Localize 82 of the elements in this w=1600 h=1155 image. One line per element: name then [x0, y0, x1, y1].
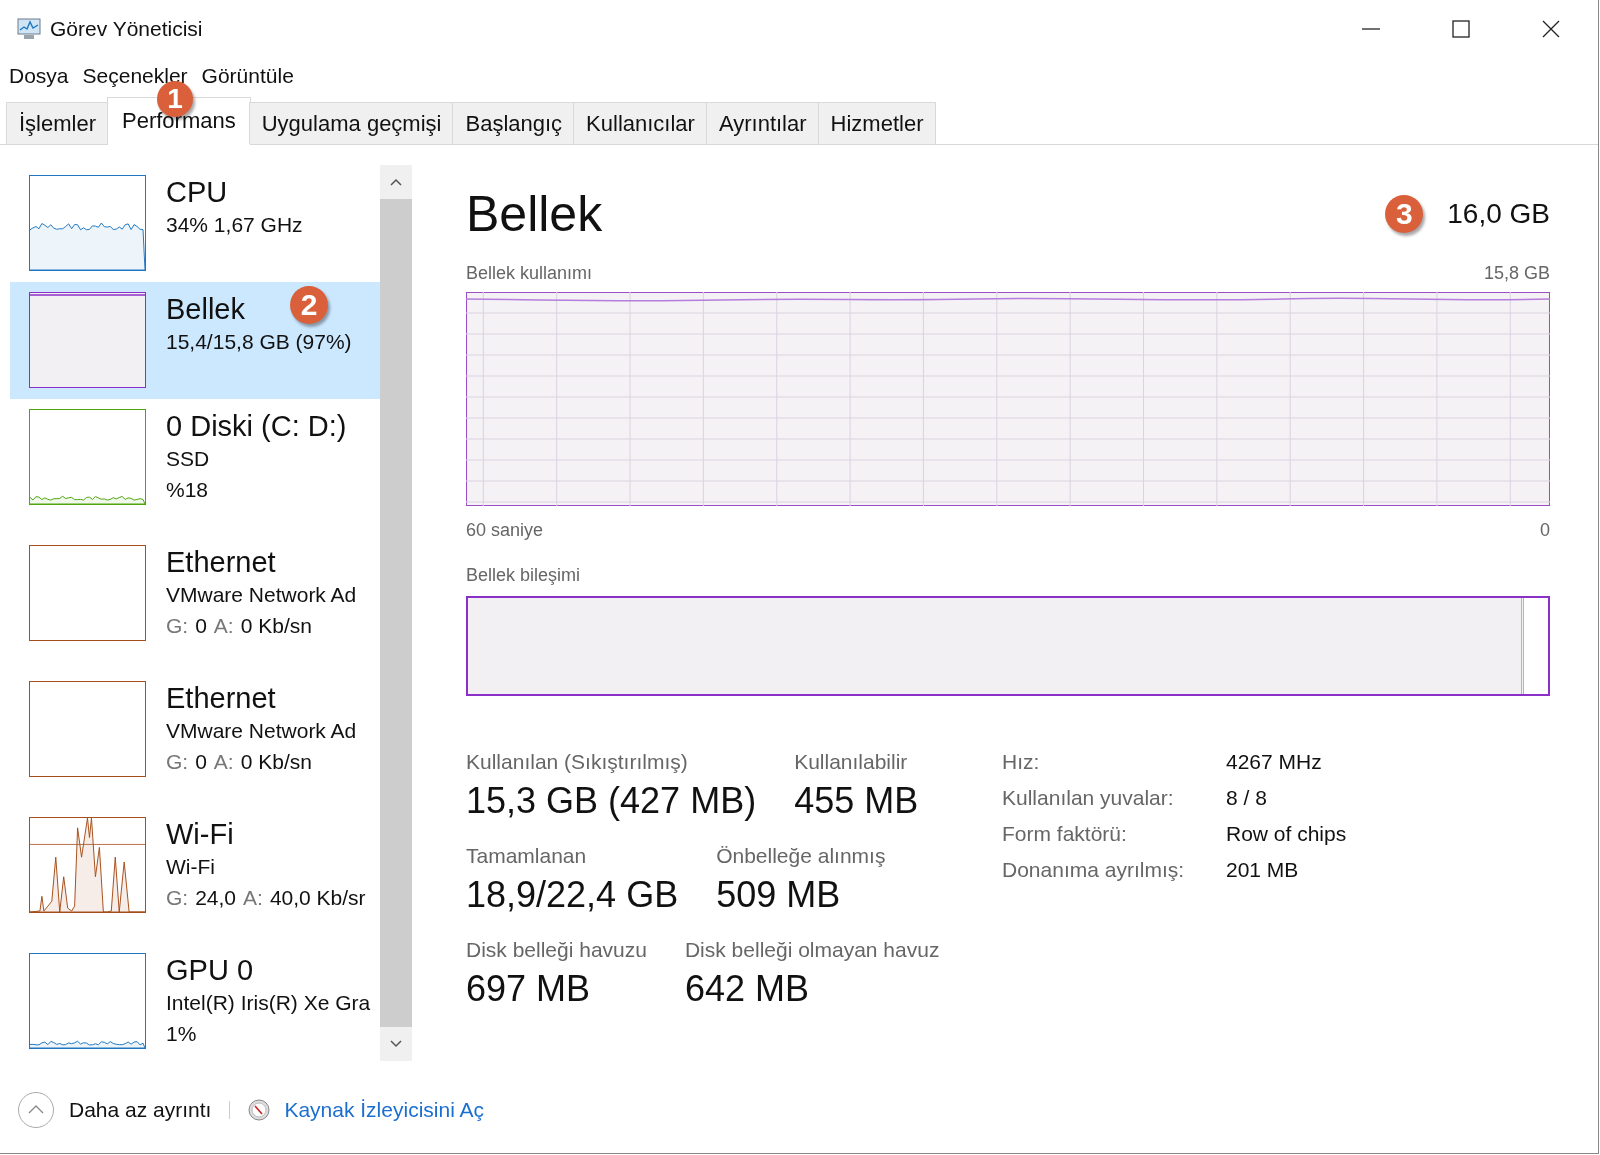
resource-item[interactable]: Wi-Fi Wi-Fi G: 24,0 A: 40,0 Kb/sr: [10, 807, 380, 943]
callout-badge: 3: [1385, 195, 1424, 233]
resource-item[interactable]: Ethernet VMware Network Ad G: 0 A: 0 Kb/sn: [10, 535, 380, 671]
resource-name: GPU 0: [166, 953, 254, 987]
rate-value: 0: [195, 749, 207, 775]
rate-label: A:: [213, 613, 234, 639]
window-title: Görev Yöneticisi: [50, 17, 203, 41]
spec-value: 4267 MHz: [1226, 750, 1323, 774]
stat-label: Kullanılabilir: [794, 750, 909, 774]
resource-detail: VMware Network Ad: [166, 582, 357, 608]
maximize-icon[interactable]: [1450, 18, 1472, 40]
spec-value: Row of chips: [1226, 822, 1347, 846]
tab[interactable]: Ayrıntılar: [705, 102, 820, 144]
stat-value: 15,3 GB (427 MB): [466, 780, 757, 822]
stat-label: Kullanılan (Sıkıştırılmış): [466, 750, 689, 774]
resource-detail: Intel(R) Iris(R) Xe Gra: [166, 990, 371, 1016]
rate-value: 0 Kb/sn: [240, 613, 312, 639]
rate-label: A:: [213, 749, 234, 775]
resource-detail: Wi-Fi: [166, 854, 215, 880]
resource-detail: 15,4/15,8 GB (97%): [166, 329, 352, 355]
axis-label: 60 saniye: [466, 520, 544, 541]
monitor-graph-icon: [16, 17, 42, 41]
scroll-down-icon[interactable]: [389, 1039, 403, 1049]
rate-value: 40,0 Kb/sr: [269, 885, 366, 911]
spec-value: 8 / 8: [1226, 786, 1268, 810]
stat-label: Disk belleği havuzu: [466, 938, 647, 962]
spec-value: 201 MB: [1226, 858, 1300, 882]
graph-label: Bellek kullanımı: [466, 263, 593, 284]
resource-name: 0 Diski (C: D:): [166, 409, 347, 443]
resource-item[interactable]: 0 Diski (C: D:) SSD %18: [10, 399, 380, 535]
stat-value: 642 MB: [684, 968, 810, 1010]
stat-label: Önbelleğe alınmış: [716, 844, 886, 868]
fewer-details-button[interactable]: Daha az ayrıntı: [17, 1091, 212, 1129]
rate-label: G:: [166, 885, 189, 911]
tab[interactable]: Başlangıç: [452, 102, 576, 144]
stat-value: 455 MB: [794, 780, 919, 822]
spec-label: Form faktörü:: [1002, 822, 1128, 846]
scroll-up-icon[interactable]: [389, 177, 403, 187]
resource-name: Bellek: [166, 292, 245, 326]
resource-item[interactable]: CPU 34% 1,67 GHz: [10, 165, 380, 282]
tab[interactable]: Hizmetler: [817, 102, 937, 144]
rate-value: 0: [195, 613, 207, 639]
rate-value: 0 Kb/sn: [240, 749, 312, 775]
graph-max: 15,8 GB: [1483, 263, 1550, 284]
resource-detail: %18: [166, 477, 209, 503]
resource-item[interactable]: Ethernet VMware Network Ad G: 0 A: 0 Kb/sn: [10, 671, 380, 807]
axis-label: 0: [1540, 520, 1550, 541]
tab[interactable]: İşlemler: [6, 102, 109, 144]
resource-detail: VMware Network Ad: [166, 718, 357, 744]
close-icon[interactable]: [1540, 18, 1562, 40]
graph-label: Bellek bileşimi: [466, 565, 582, 586]
spec-label: Kullanılan yuvalar:: [1002, 786, 1175, 810]
stat-label: Disk belleği olmayan havuz: [684, 938, 940, 962]
resource-item[interactable]: GPU 0 Intel(R) Iris(R) Xe Gra 1%: [10, 943, 380, 1061]
rate-label: G:: [166, 613, 189, 639]
rate-label: G:: [166, 749, 189, 775]
total-memory: 16,0 GB: [1447, 198, 1550, 230]
stat-value: 697 MB: [466, 968, 592, 1010]
tab[interactable]: Uygulama geçmişi: [248, 102, 455, 144]
resource-detail: 34% 1,67 GHz: [166, 212, 303, 238]
chevron-up-icon: [17, 1091, 55, 1129]
spec-label: Donanıma ayrılmış:: [1002, 858, 1186, 882]
menu-item[interactable]: Dosya: [9, 64, 69, 88]
resource-detail: SSD: [166, 446, 210, 472]
stat-label: Tamamlanan: [466, 844, 588, 868]
resource-monitor-link[interactable]: Kaynak İzleyicisini Aç: [284, 1098, 484, 1122]
resource-item[interactable]: Bellek 15,4/15,8 GB (97%) 2: [10, 282, 380, 399]
resource-name: CPU: [166, 175, 228, 209]
resource-detail: 1%: [166, 1021, 197, 1047]
gauge-icon: [248, 1099, 271, 1121]
stat-value: 18,9/22,4 GB: [466, 874, 679, 916]
resource-name: Ethernet: [166, 681, 276, 715]
callout-badge: 2: [290, 286, 328, 324]
stat-value: 509 MB: [716, 874, 842, 916]
menu-item[interactable]: Görüntüle: [201, 64, 294, 88]
rate-value: 24,0: [195, 885, 237, 911]
page-heading: Bellek: [466, 185, 603, 243]
tab[interactable]: Kullanıcılar: [573, 102, 708, 144]
rate-label: A:: [243, 885, 263, 911]
resource-name: Wi-Fi: [166, 817, 234, 851]
spec-label: Hız:: [1002, 750, 1041, 774]
resource-name: Ethernet: [166, 545, 276, 579]
